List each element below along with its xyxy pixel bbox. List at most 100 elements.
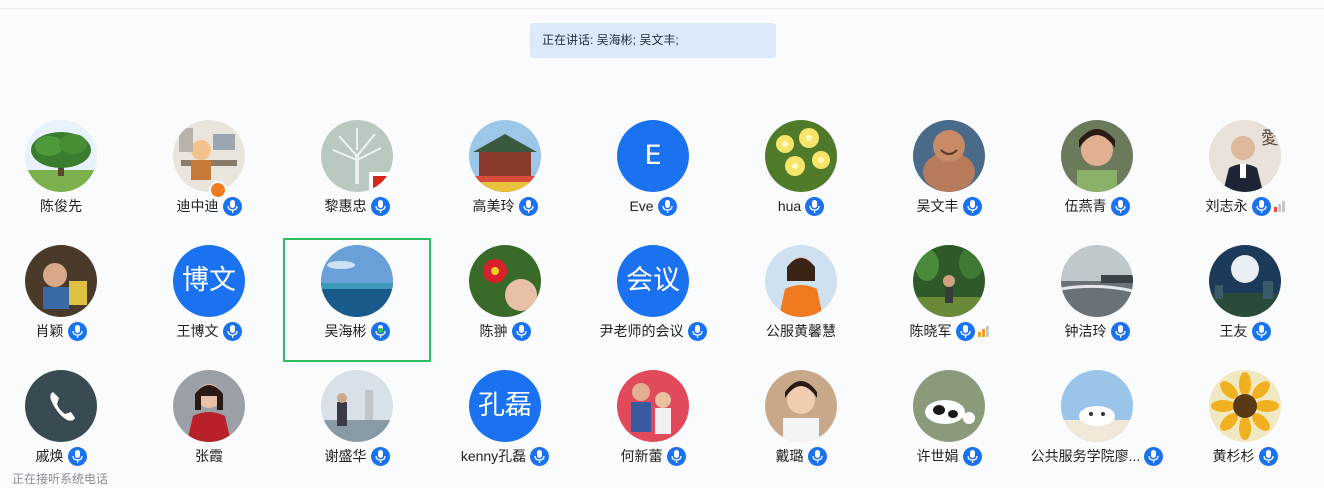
avatar: 会议: [617, 245, 689, 317]
participant-tile[interactable]: 钟洁玲: [1023, 238, 1171, 362]
participant-name-row: 伍燕青: [1025, 195, 1169, 217]
signal-strength-icon: [1273, 200, 1285, 212]
participant-name: 高美玲: [472, 198, 515, 214]
participant-name: 陈晓军: [909, 323, 952, 339]
participant-name-row: 迪中迪: [137, 195, 281, 217]
signal-strength-icon: [977, 325, 989, 337]
participant-tile[interactable]: 公服黄馨慧: [727, 238, 875, 362]
mic-icon[interactable]: [222, 196, 242, 216]
participant-tile[interactable]: 戴璐: [727, 363, 875, 487]
participant-tile[interactable]: 愛刘志永: [1171, 113, 1319, 237]
mic-icon[interactable]: [1144, 446, 1164, 466]
participant-tile[interactable]: 会议 尹老师的会议: [579, 238, 727, 362]
participant-tile[interactable]: 何新蕾: [579, 363, 727, 487]
participant-name-row: 陈翀: [433, 320, 577, 342]
participant-name: 刘志永: [1205, 198, 1248, 214]
participant-name-row: 陈俊先: [0, 195, 133, 217]
mic-icon[interactable]: [962, 196, 982, 216]
participant-tile[interactable]: 陈晓军: [875, 238, 1023, 362]
participant-name: 吴文丰: [916, 198, 959, 214]
participant-tile[interactable]: 吴文丰: [875, 113, 1023, 237]
avatar: [617, 370, 689, 442]
participant-tile[interactable]: 公共服务学院廖...: [1023, 363, 1171, 487]
participant-name-row: 谢盛华: [285, 445, 429, 467]
participant-name-row: 戴璐: [729, 445, 873, 467]
participant-name-row: kenny孔磊: [433, 445, 577, 467]
avatar: [469, 120, 541, 192]
mic-icon[interactable]: [530, 446, 550, 466]
mic-icon[interactable]: [222, 321, 242, 341]
mic-icon[interactable]: [962, 446, 982, 466]
avatar: [173, 120, 245, 192]
avatar: E: [617, 120, 689, 192]
participant-tile[interactable]: 高美玲: [431, 113, 579, 237]
participant-tile[interactable]: 谢盛华: [283, 363, 431, 487]
mic-icon[interactable]: [1258, 446, 1278, 466]
mic-icon[interactable]: [687, 321, 707, 341]
participant-tile[interactable]: 吴海彬: [283, 238, 431, 362]
avatar: [1209, 370, 1281, 442]
participant-name: 戴璐: [775, 448, 804, 464]
participant-tile[interactable]: E Eve: [579, 113, 727, 237]
participant-name: 黎惠忠: [324, 198, 367, 214]
participant-name-row: 黎惠忠: [285, 195, 429, 217]
participant-tile[interactable]: 黄杉杉: [1171, 363, 1319, 487]
participant-tile[interactable]: 黎惠忠: [283, 113, 431, 237]
participant-tile[interactable]: 伍燕青: [1023, 113, 1171, 237]
avatar: 愛: [1209, 120, 1281, 192]
mic-icon[interactable]: [1251, 321, 1271, 341]
mic-icon[interactable]: [370, 196, 390, 216]
mic-icon[interactable]: [67, 446, 87, 466]
participant-tile[interactable]: 王友: [1171, 238, 1319, 362]
participant-tile[interactable]: 迪中迪: [135, 113, 283, 237]
participant-name: kenny孔磊: [460, 448, 527, 464]
participant-name-row: 王友: [1173, 320, 1317, 342]
participant-name-row: 肖颖: [0, 320, 133, 342]
avatar: [321, 370, 393, 442]
participant-name-row: 张霞: [137, 445, 281, 467]
mic-icon[interactable]: [370, 446, 390, 466]
participant-name: 戚焕: [35, 448, 64, 464]
participant-name: 肖颖: [35, 323, 64, 339]
participant-name-row: 公服黄馨慧: [729, 320, 873, 342]
mic-icon[interactable]: [955, 321, 975, 341]
avatar: [765, 245, 837, 317]
mic-icon[interactable]: [1110, 321, 1130, 341]
mic-icon[interactable]: [518, 196, 538, 216]
participant-name-row: 钟洁玲: [1025, 320, 1169, 342]
mic-speaking-icon[interactable]: [370, 321, 390, 341]
mic-icon[interactable]: [807, 446, 827, 466]
avatar: [1209, 245, 1281, 317]
mic-icon[interactable]: [657, 196, 677, 216]
avatar: [173, 370, 245, 442]
participant-name-row: 许世娟: [877, 445, 1021, 467]
participant-tile[interactable]: 陈翀: [431, 238, 579, 362]
participant-tile[interactable]: 许世娟: [875, 363, 1023, 487]
avatar: [765, 120, 837, 192]
participant-tile[interactable]: 张霞: [135, 363, 283, 487]
mic-icon[interactable]: [805, 196, 825, 216]
mic-icon[interactable]: [666, 446, 686, 466]
mic-icon[interactable]: [511, 321, 531, 341]
participant-grid: 陈俊先 迪中迪 黎惠忠 高美玲 E Eve hua 吴文丰 伍燕青愛刘志永 肖颖 博文 王博文 吴海彬…: [0, 0, 1324, 488]
participant-name: 王友: [1219, 323, 1248, 339]
participant-tile[interactable]: 陈俊先: [0, 113, 135, 237]
participant-name-row: hua: [729, 195, 873, 217]
participant-name-row: 何新蕾: [581, 445, 725, 467]
participant-tile[interactable]: 戚焕: [0, 363, 135, 487]
participant-name: hua: [777, 198, 802, 214]
participant-name: 公服黄馨慧: [766, 323, 836, 339]
participant-name: 吴海彬: [324, 323, 367, 339]
mic-icon[interactable]: [1251, 196, 1271, 216]
participant-name: 陈翀: [479, 323, 508, 339]
participant-name: 黄杉杉: [1212, 448, 1255, 464]
participant-tile[interactable]: 博文 王博文: [135, 238, 283, 362]
participant-name-row: 高美玲: [433, 195, 577, 217]
participant-tile[interactable]: 孔磊 kenny孔磊: [431, 363, 579, 487]
participant-name: 张霞: [195, 448, 223, 464]
participant-tile[interactable]: 肖颖: [0, 238, 135, 362]
avatar: [25, 370, 97, 442]
mic-icon[interactable]: [1110, 196, 1130, 216]
mic-icon[interactable]: [67, 321, 87, 341]
participant-tile[interactable]: hua: [727, 113, 875, 237]
